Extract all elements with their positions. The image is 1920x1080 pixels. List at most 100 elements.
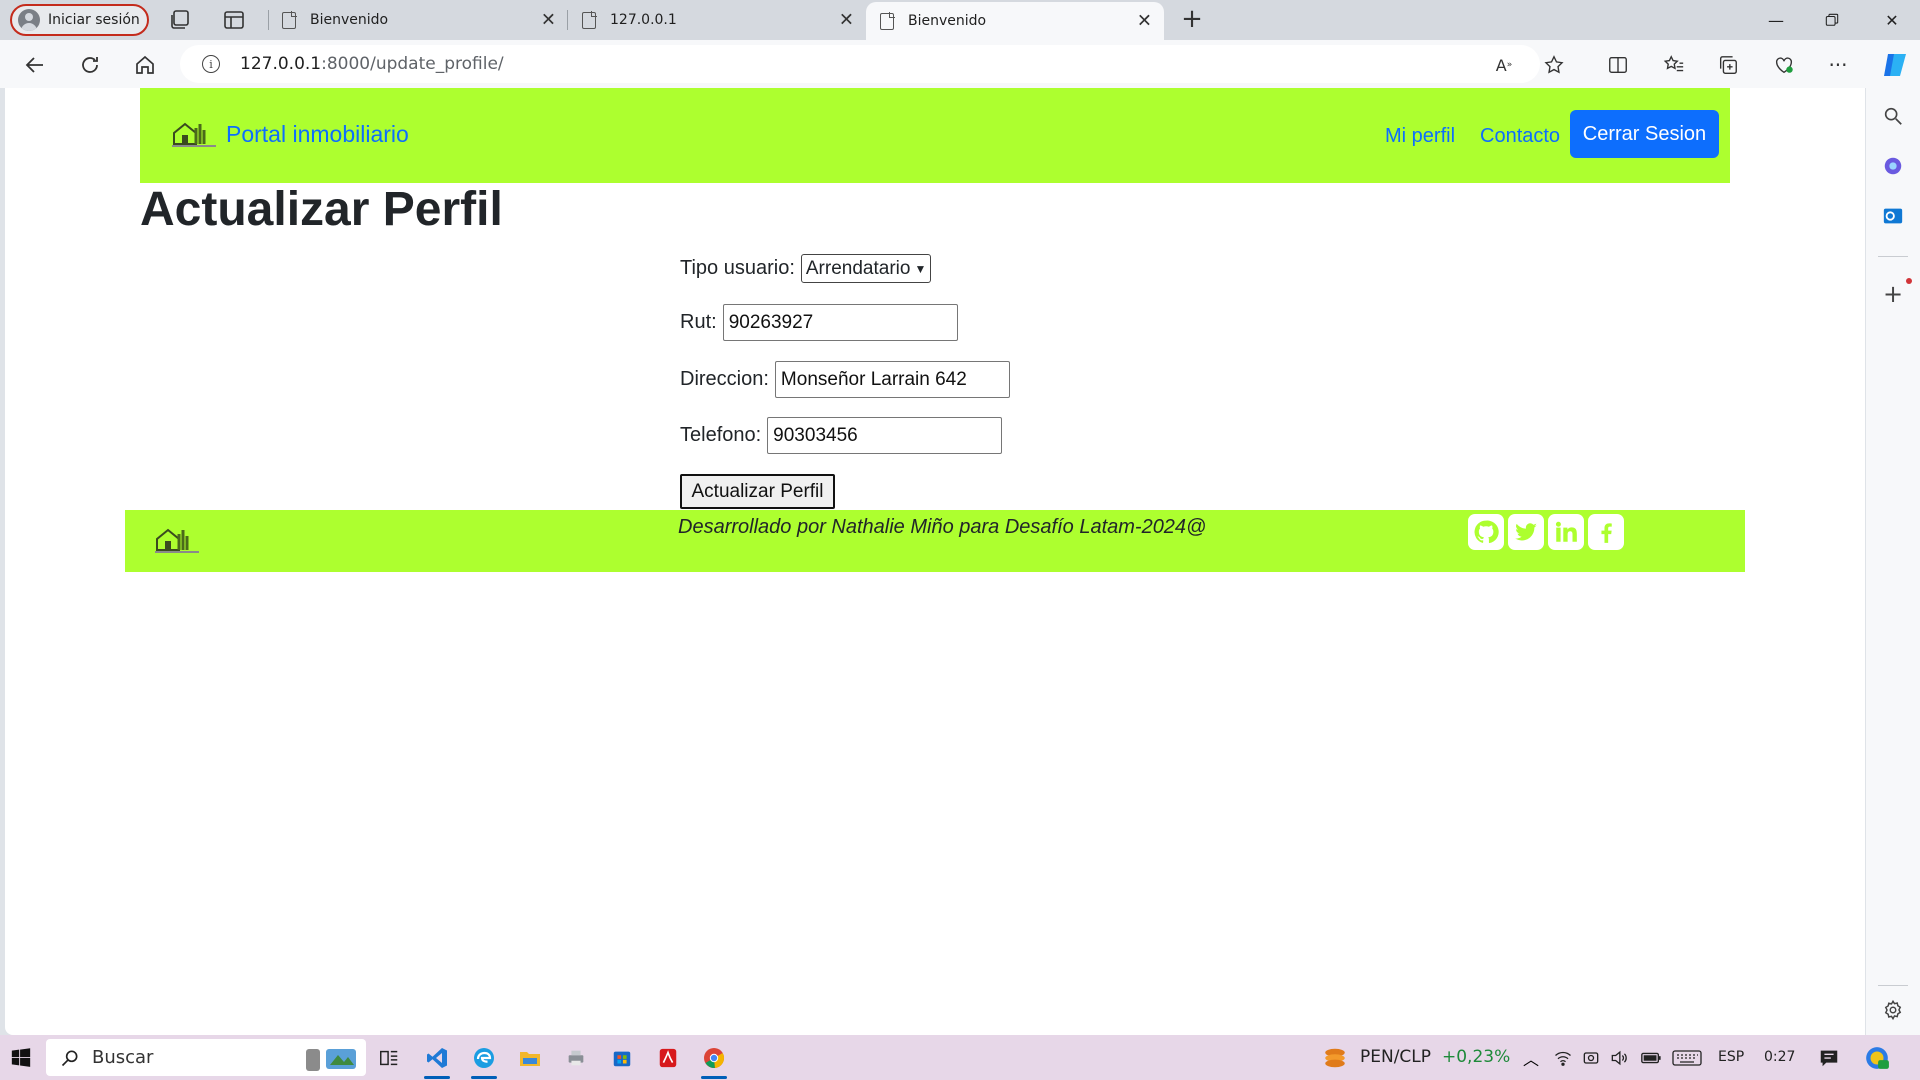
collections-icon[interactable] [1716, 53, 1740, 77]
wifi-icon[interactable] [1550, 1045, 1576, 1071]
split-screen-icon[interactable] [1606, 53, 1630, 77]
search-icon [61, 1050, 78, 1066]
tipo-usuario-label: Tipo usuario: [680, 257, 795, 279]
tab-actions-icon[interactable] [222, 8, 246, 32]
active-app-indicator [471, 1076, 497, 1079]
back-icon[interactable] [20, 50, 50, 80]
restore-icon[interactable] [1804, 0, 1860, 40]
printer-app-icon[interactable] [563, 1045, 589, 1071]
nav-my-profile-link[interactable]: Mi perfil [1385, 125, 1455, 148]
windows-start-icon[interactable] [8, 1045, 34, 1071]
volume-icon[interactable] [1606, 1045, 1632, 1071]
home-icon[interactable] [130, 50, 160, 80]
new-tab-icon[interactable]: + [1180, 6, 1204, 32]
notification-dot [1906, 278, 1912, 284]
page-icon [582, 10, 597, 29]
url-path: :8000/update_profile/ [321, 54, 504, 74]
house-logo-icon [155, 528, 199, 553]
edge-sidebar: + [1866, 88, 1920, 1035]
direccion-input[interactable]: Monseñor Larrain 642 [774, 361, 1010, 398]
minimize-icon[interactable]: — [1748, 0, 1804, 40]
currency-change: +0,23% [1442, 1047, 1511, 1067]
logout-button[interactable]: Cerrar Sesion [1570, 110, 1719, 158]
avatar-icon [18, 9, 40, 31]
currency-pair: PEN/CLP [1360, 1047, 1432, 1067]
house-logo-icon [172, 122, 216, 147]
tipo-usuario-value: Arrendatario [805, 257, 911, 279]
microsoft-store-icon[interactable] [609, 1045, 635, 1071]
rut-input[interactable]: 90263927 [722, 304, 958, 341]
copilot-app-icon[interactable] [1881, 154, 1905, 178]
tab-bienvenido-active[interactable]: Bienvenido ✕ [866, 2, 1164, 40]
tipo-usuario-select[interactable]: Arrendatario ▼ [800, 254, 932, 283]
workspaces-icon[interactable] [168, 8, 192, 32]
notifications-icon[interactable] [1816, 1045, 1842, 1071]
url-host: 127.0.0.1 [240, 54, 322, 74]
address-bar[interactable]: i 127.0.0.1:8000/update_profile/ [180, 45, 1540, 83]
tipo-usuario-row: Tipo usuario: Arrendatario ▼ [680, 254, 932, 283]
brand-link[interactable]: Portal inmobiliario [170, 118, 409, 150]
close-tab-icon[interactable]: ✕ [541, 10, 556, 31]
keyboard-icon[interactable] [1672, 1045, 1702, 1071]
browser-title-bar: Iniciar sesión Bienvenido ✕ 127.0.0.1 ✕ … [0, 0, 1920, 40]
direccion-row: Direccion: Monseñor Larrain 642 [680, 361, 1010, 398]
profile-label: Iniciar sesión [48, 12, 140, 28]
tab-localhost[interactable]: 127.0.0.1 ✕ [568, 0, 866, 40]
twitter-icon[interactable] [1508, 514, 1544, 550]
close-tab-icon[interactable]: ✕ [839, 10, 854, 31]
telefono-row: Telefono: 90303456 [680, 417, 1003, 454]
add-app-icon[interactable]: + [1881, 280, 1905, 308]
browser-essentials-icon[interactable] [1772, 53, 1796, 77]
chrome-icon[interactable] [701, 1045, 727, 1071]
favorites-icon[interactable] [1662, 53, 1686, 77]
read-aloud-icon[interactable]: A» [1492, 53, 1516, 77]
tab-title: Bienvenido [310, 12, 389, 28]
copilot-taskbar-icon[interactable] [1864, 1045, 1890, 1071]
edge-icon[interactable] [471, 1045, 497, 1071]
clock[interactable]: 0:27 [1764, 1049, 1795, 1065]
nav-contact-link[interactable]: Contacto [1480, 125, 1560, 148]
github-icon[interactable] [1468, 514, 1504, 550]
brand-name: Portal inmobiliario [226, 120, 409, 147]
rut-row: Rut: 90263927 [680, 304, 958, 341]
close-window-icon[interactable]: ✕ [1864, 0, 1920, 40]
search-label: Buscar [92, 1047, 154, 1068]
meet-now-icon[interactable] [1578, 1045, 1604, 1071]
linkedin-icon[interactable] [1548, 514, 1584, 550]
chevron-up-icon[interactable]: ︿ [1518, 1045, 1544, 1071]
copilot-icon[interactable] [1880, 50, 1910, 80]
direccion-label: Direccion: [680, 368, 769, 390]
reload-icon[interactable] [75, 50, 105, 80]
more-options-icon[interactable]: ··· [1826, 53, 1850, 77]
currency-widget-icon[interactable] [1322, 1045, 1348, 1071]
site-info-icon[interactable]: i [202, 55, 220, 73]
telefono-label: Telefono: [680, 424, 762, 446]
taskbar-search[interactable]: Buscar [46, 1039, 366, 1076]
tab-bienvenido-1[interactable]: Bienvenido ✕ [268, 0, 568, 40]
active-app-indicator [424, 1076, 450, 1079]
profile-button[interactable]: Iniciar sesión [10, 4, 149, 36]
file-explorer-icon[interactable] [517, 1045, 543, 1071]
input-language[interactable]: ESP [1718, 1049, 1744, 1065]
page-viewport: Portal inmobiliario Mi perfil Contacto C… [5, 88, 1865, 1035]
search-highlight-icon [306, 1049, 356, 1071]
update-profile-button[interactable]: Actualizar Perfil [680, 474, 835, 509]
settings-gear-icon[interactable] [1881, 998, 1905, 1022]
search-icon[interactable] [1881, 104, 1905, 128]
site-navbar: Portal inmobiliario Mi perfil Contacto C… [140, 88, 1730, 183]
page-icon [282, 10, 297, 29]
favorite-star-icon[interactable] [1542, 53, 1566, 77]
vscode-icon[interactable] [424, 1045, 450, 1071]
chevron-down-icon: ▼ [914, 261, 927, 276]
facebook-icon[interactable] [1588, 514, 1624, 550]
telefono-input[interactable]: 90303456 [767, 417, 1003, 454]
tab-title: 127.0.0.1 [610, 12, 677, 28]
footer-credit: Desarrollado por Nathalie Miño para Desa… [678, 516, 1207, 538]
acrobat-icon[interactable] [655, 1045, 681, 1071]
outlook-icon[interactable] [1881, 204, 1905, 228]
task-view-icon[interactable] [376, 1045, 402, 1071]
address-toolbar: i 127.0.0.1:8000/update_profile/ A» ··· [0, 40, 1920, 88]
battery-icon[interactable] [1638, 1045, 1664, 1071]
close-tab-icon[interactable]: ✕ [1137, 11, 1152, 32]
windows-taskbar: Buscar PEN/CLP +0,23% ︿ ESP 0:27 [0, 1035, 1920, 1080]
